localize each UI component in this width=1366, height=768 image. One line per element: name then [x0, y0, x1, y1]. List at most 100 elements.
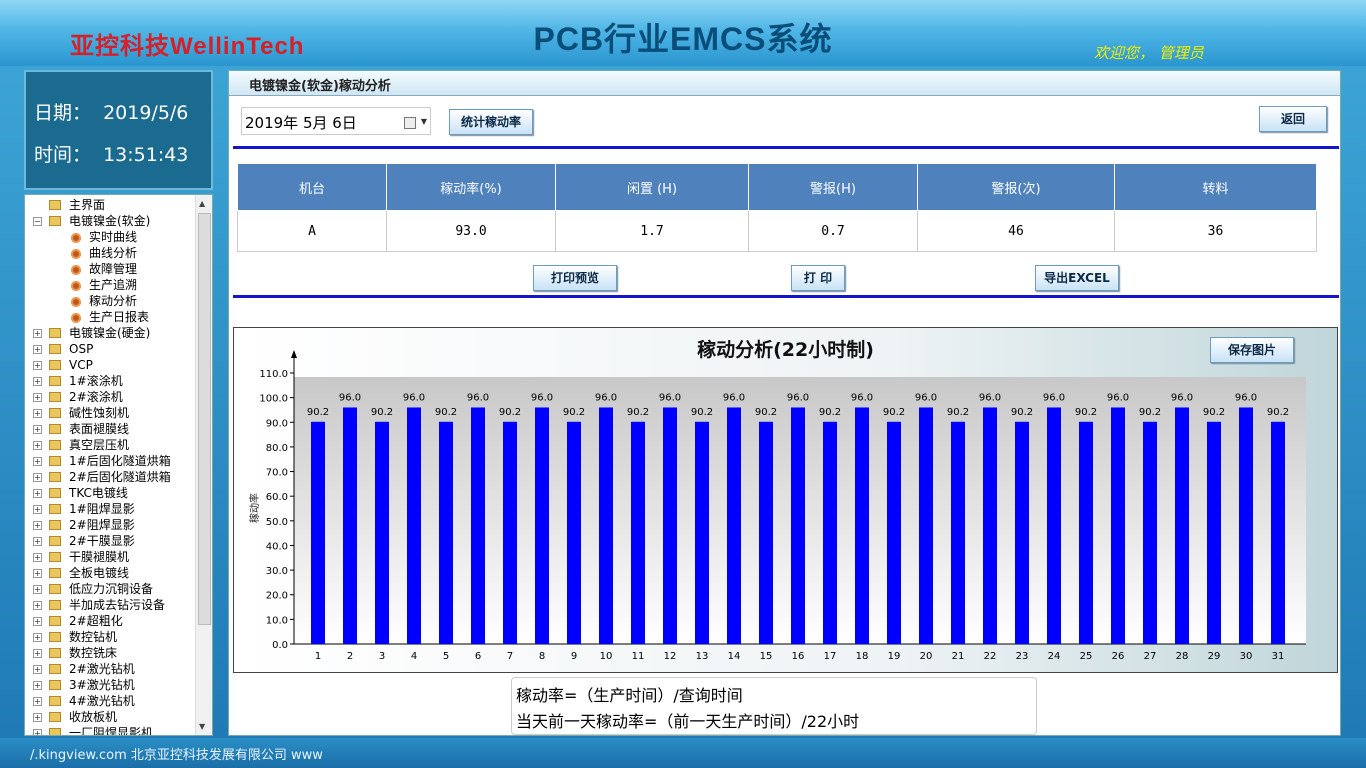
tree-item-label: 主界面	[69, 198, 106, 212]
expand-icon[interactable]: +	[33, 521, 42, 530]
tree-item[interactable]: +2#干膜显影	[25, 533, 197, 549]
expand-icon[interactable]: +	[33, 457, 42, 466]
tree-item[interactable]: + 低应力沉铜设备	[25, 581, 197, 597]
tree-item[interactable]: 生产日报表	[25, 309, 197, 325]
tree-item[interactable]: 生产追溯	[25, 277, 197, 293]
tree-item[interactable]: + OSP	[25, 341, 197, 357]
expand-icon[interactable]: +	[33, 377, 42, 386]
expand-icon[interactable]: +	[33, 585, 42, 594]
tree-item[interactable]: + 表面褪膜线	[25, 421, 197, 437]
tree-item[interactable]: + 真空层压机	[25, 437, 197, 453]
bar	[471, 407, 485, 644]
scroll-down-icon[interactable]: ▼	[199, 722, 205, 731]
tree-item[interactable]: + TKC电镀线	[25, 485, 197, 501]
print-button[interactable]: 打 印	[791, 265, 845, 291]
expand-icon[interactable]: +	[33, 345, 42, 354]
tree-item[interactable]: +3#激光钻机	[25, 677, 197, 693]
bar-value-label: 96.0	[1235, 392, 1257, 403]
tree-item[interactable]: +4#激光钻机	[25, 693, 197, 709]
expand-icon[interactable]: +	[33, 697, 42, 706]
tree-item[interactable]: + 碱性蚀刻机	[25, 405, 197, 421]
nav-tree[interactable]: 主界面 − 电镀镍金(软金) 实时曲线 曲线分析 故障管理 生产追溯 稼动分析 生产日报表 + 电镀…	[24, 194, 213, 736]
expand-icon[interactable]: +	[33, 441, 42, 450]
expand-icon[interactable]: +	[33, 473, 42, 482]
tree-scrollbar[interactable]: ▲ ▼	[195, 195, 212, 735]
tree-item[interactable]: +2#阻焊显影	[25, 517, 197, 533]
date-picker[interactable]: 2019年 5月 6日 ▼	[241, 107, 431, 135]
tree-item[interactable]: 曲线分析	[25, 245, 197, 261]
expand-icon[interactable]: +	[33, 393, 42, 402]
scroll-up-icon[interactable]: ▲	[199, 199, 205, 208]
chevron-down-icon[interactable]: ▼	[421, 117, 427, 126]
tree-item-label: 干膜褪膜机	[69, 550, 130, 564]
bar	[1239, 407, 1253, 644]
tree-item[interactable]: +2#激光钻机	[25, 661, 197, 677]
expand-icon[interactable]: +	[33, 425, 42, 434]
utilization-table: 机台 稼动率(%) 闲置 (H) 警报(H) 警报(次) 转料 A 93.0 1…	[237, 163, 1317, 252]
expand-icon[interactable]: +	[33, 361, 42, 370]
stat-rate-button[interactable]: 统计稼动率	[449, 109, 533, 135]
expand-icon[interactable]: +	[33, 553, 42, 562]
tree-item[interactable]: − 电镀镍金(软金)	[25, 213, 197, 229]
tree-item-label: 2#后固化隧道烘箱	[69, 470, 171, 484]
utilization-chart: 0.0 10.0 20.0 30.0 40.0 50.0 60.0 70.0 80.0 90.0 1…	[233, 327, 1338, 673]
tree-item[interactable]: +1#滚涂机	[25, 373, 197, 389]
tree-item[interactable]: +1#阻焊显影	[25, 501, 197, 517]
bar	[663, 407, 677, 644]
calendar-icon[interactable]	[404, 117, 416, 129]
expand-icon[interactable]: +	[33, 729, 42, 735]
x-tick-label: 8	[539, 651, 545, 662]
tree-item[interactable]: +2#后固化隧道烘箱	[25, 469, 197, 485]
expand-icon[interactable]: +	[33, 505, 42, 514]
print-preview-button[interactable]: 打印预览	[533, 265, 617, 291]
scroll-thumb[interactable]	[198, 213, 211, 625]
expand-icon[interactable]: +	[33, 329, 42, 338]
time-value: 13:51:43	[103, 144, 189, 166]
expand-icon[interactable]: +	[33, 665, 42, 674]
expand-icon[interactable]: +	[33, 649, 42, 658]
tree-item[interactable]: 故障管理	[25, 261, 197, 277]
export-excel-button[interactable]: 导出EXCEL	[1035, 265, 1119, 291]
tree-item[interactable]: + 一厂阻焊显影机	[25, 725, 197, 735]
col-header-alarm-hours: 警报(H)	[748, 163, 918, 211]
folder-icon	[49, 472, 61, 482]
panel-titlebar: 电镀镍金(软金)稼动分析	[229, 71, 1340, 96]
collapse-icon[interactable]: −	[33, 217, 42, 226]
bar-value-label: 90.2	[371, 407, 393, 418]
expand-icon[interactable]: +	[33, 617, 42, 626]
expand-icon[interactable]: +	[33, 569, 42, 578]
y-tick-label: 60.0	[266, 492, 288, 503]
bar-value-label: 90.2	[819, 407, 841, 418]
tree-item[interactable]: + 全板电镀线	[25, 565, 197, 581]
tree-item[interactable]: + 数控铣床	[25, 645, 197, 661]
tree-item[interactable]: +2#滚涂机	[25, 389, 197, 405]
back-button[interactable]: 返回	[1259, 106, 1327, 132]
folder-icon	[49, 488, 61, 498]
tree-item[interactable]: +1#后固化隧道烘箱	[25, 453, 197, 469]
expand-icon[interactable]: +	[33, 409, 42, 418]
expand-icon[interactable]: +	[33, 681, 42, 690]
expand-icon[interactable]: +	[33, 489, 42, 498]
chart-canvas: 0.0 10.0 20.0 30.0 40.0 50.0 60.0 70.0 80.0 90.0 1…	[248, 350, 1306, 662]
tree-item-label: 数控铣床	[69, 646, 118, 660]
tree-item[interactable]: + VCP	[25, 357, 197, 373]
folder-icon	[49, 456, 61, 466]
bar-value-label: 90.2	[1203, 407, 1225, 418]
table-row[interactable]: A 93.0 1.7 0.7 46 36	[237, 210, 1317, 252]
tree-item[interactable]: 主界面	[25, 197, 197, 213]
tree-item[interactable]: 实时曲线	[25, 229, 197, 245]
bar	[407, 407, 421, 644]
tree-item[interactable]: 稼动分析	[25, 293, 197, 309]
tree-item[interactable]: + 数控钻机	[25, 629, 197, 645]
tree-item[interactable]: +2#超粗化	[25, 613, 197, 629]
save-image-button[interactable]: 保存图片	[1210, 337, 1294, 363]
tree-item[interactable]: + 电镀镍金(硬金)	[25, 325, 197, 341]
tree-item[interactable]: + 收放板机	[25, 709, 197, 725]
expand-icon[interactable]: +	[33, 633, 42, 642]
expand-icon[interactable]: +	[33, 537, 42, 546]
expand-icon[interactable]: +	[33, 601, 42, 610]
expand-icon[interactable]: +	[33, 713, 42, 722]
bar	[1175, 407, 1189, 644]
tree-item[interactable]: + 干膜褪膜机	[25, 549, 197, 565]
tree-item[interactable]: + 半加成去钻污设备	[25, 597, 197, 613]
